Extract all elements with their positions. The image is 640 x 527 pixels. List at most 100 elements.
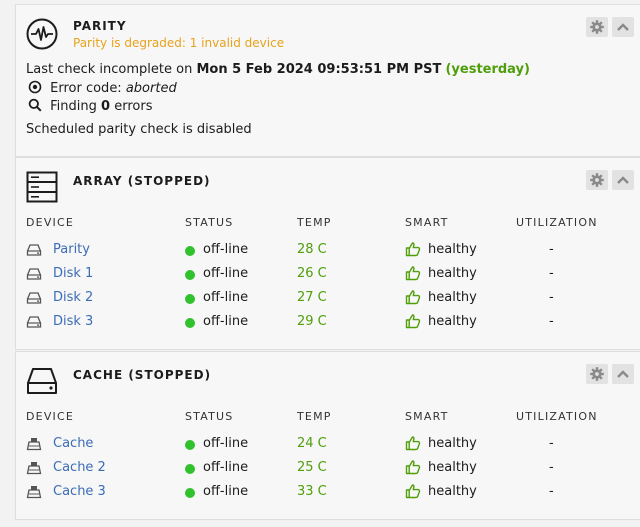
target-icon [28, 80, 42, 94]
column-header-device: DEVICE [26, 410, 75, 423]
drive-icon [26, 365, 58, 401]
device-status: off-line [203, 242, 249, 257]
column-header-status: STATUS [185, 216, 234, 229]
device-temp: 24 C [297, 436, 327, 451]
error-code-line: Error code: aborted [28, 80, 177, 96]
device-utilization: - [549, 314, 554, 329]
status-dot [185, 270, 195, 280]
device-temp: 27 C [297, 290, 327, 305]
device-status: off-line [203, 460, 249, 475]
array-settings-button[interactable] [586, 170, 608, 190]
ssd-icon [26, 437, 42, 459]
thumbs-up-icon [405, 241, 421, 265]
smart-status: healthy [428, 314, 477, 329]
parity-collapse-button[interactable] [612, 17, 634, 37]
device-temp: 29 C [297, 314, 327, 329]
status-dot [185, 440, 195, 450]
finding-line: Finding 0 errors [28, 98, 152, 114]
device-link[interactable]: Disk 3 [53, 311, 93, 333]
device-link[interactable]: Cache [53, 433, 93, 455]
error-code-label: Error code: [50, 81, 122, 96]
device-utilization: - [549, 290, 554, 305]
column-header-utilization: UTILIZATION [516, 410, 598, 423]
smart-status: healthy [428, 290, 477, 305]
status-dot [185, 246, 195, 256]
thumbs-up-icon [405, 313, 421, 337]
device-link[interactable]: Cache 2 [53, 457, 106, 479]
chevron-up-icon [617, 370, 629, 378]
heartbeat-icon [26, 18, 58, 54]
last-check-date: Mon 5 Feb 2024 09:53:51 PM PST [196, 62, 442, 77]
ssd-icon [26, 461, 42, 483]
cache-row: Cache 2 off-line 25 C healthy - [16, 457, 640, 479]
last-check-line: Last check incomplete on Mon 5 Feb 2024 … [26, 62, 530, 77]
ssd-icon [26, 485, 42, 507]
hdd-icon [26, 267, 42, 289]
status-dot [185, 294, 195, 304]
thumbs-up-icon [405, 459, 421, 483]
finding-prefix: Finding [50, 99, 97, 114]
hdd-icon [26, 291, 42, 313]
parity-settings-button[interactable] [586, 17, 608, 37]
parity-status-text: Parity is degraded: 1 invalid device [73, 36, 285, 50]
chevron-up-icon [617, 176, 629, 184]
smart-status: healthy [428, 242, 477, 257]
column-header-smart: SMART [405, 216, 449, 229]
array-collapse-button[interactable] [612, 170, 634, 190]
parity-panel: PARITY Parity is degraded: 1 invalid dev… [15, 4, 640, 157]
gear-icon [590, 20, 604, 34]
device-temp: 25 C [297, 460, 327, 475]
device-link[interactable]: Disk 1 [53, 263, 93, 285]
device-utilization: - [549, 484, 554, 499]
device-link[interactable]: Disk 2 [53, 287, 93, 309]
device-utilization: - [549, 436, 554, 451]
device-link[interactable]: Parity [53, 239, 90, 261]
thumbs-up-icon [405, 289, 421, 313]
device-utilization: - [549, 266, 554, 281]
array-row: Parity off-line 28 C healthy - [16, 239, 640, 261]
device-status: off-line [203, 484, 249, 499]
array-row: Disk 2 off-line 27 C healthy - [16, 287, 640, 309]
column-header-device: DEVICE [26, 216, 75, 229]
array-title: ARRAY (STOPPED) [73, 174, 211, 188]
device-temp: 26 C [297, 266, 327, 281]
cache-row: Cache off-line 24 C healthy - [16, 433, 640, 455]
cache-title: CACHE (STOPPED) [73, 368, 212, 382]
cache-panel: CACHE (STOPPED) DEVICE STATUS TEMP SMART… [15, 351, 640, 520]
cache-settings-button[interactable] [586, 364, 608, 384]
device-status: off-line [203, 290, 249, 305]
gear-icon [590, 367, 604, 381]
search-icon [28, 98, 42, 112]
status-dot [185, 464, 195, 474]
cache-row: Cache 3 off-line 33 C healthy - [16, 481, 640, 503]
finding-suffix: errors [114, 99, 153, 114]
thumbs-up-icon [405, 435, 421, 459]
device-temp: 33 C [297, 484, 327, 499]
error-code-value: aborted [125, 81, 177, 96]
cache-collapse-button[interactable] [612, 364, 634, 384]
device-utilization: - [549, 460, 554, 475]
server-rack-icon [26, 171, 58, 207]
smart-status: healthy [428, 460, 477, 475]
hdd-icon [26, 315, 42, 337]
column-header-temp: TEMP [297, 410, 332, 423]
smart-status: healthy [428, 436, 477, 451]
parity-title: PARITY [73, 19, 127, 33]
device-link[interactable]: Cache 3 [53, 481, 106, 503]
last-check-prefix: Last check incomplete on [26, 62, 193, 77]
thumbs-up-icon [405, 483, 421, 507]
finding-count: 0 [101, 99, 111, 114]
schedule-text: Scheduled parity check is disabled [26, 122, 252, 137]
column-header-temp: TEMP [297, 216, 332, 229]
column-header-status: STATUS [185, 410, 234, 423]
array-row: Disk 3 off-line 29 C healthy - [16, 311, 640, 333]
array-row: Disk 1 off-line 26 C healthy - [16, 263, 640, 285]
status-dot [185, 488, 195, 498]
column-header-utilization: UTILIZATION [516, 216, 598, 229]
column-header-smart: SMART [405, 410, 449, 423]
thumbs-up-icon [405, 265, 421, 289]
last-check-relative: (yesterday) [445, 62, 530, 77]
hdd-icon [26, 243, 42, 265]
smart-status: healthy [428, 266, 477, 281]
gear-icon [590, 173, 604, 187]
